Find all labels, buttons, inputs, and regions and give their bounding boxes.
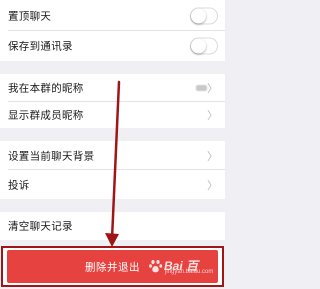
save-to-contacts-row[interactable]: 保存到通讯录: [0, 31, 225, 61]
toggle-knob: [191, 38, 206, 54]
watermark-url: jingyan.baidu.com: [165, 269, 214, 275]
sticky-on-top-toggle[interactable]: [190, 7, 218, 24]
chevron-right-icon: 〉: [207, 178, 218, 192]
sticky-on-top-label: 置顶聊天: [8, 10, 52, 22]
my-group-nickname-label: 我在本群的昵称: [8, 82, 84, 95]
my-group-nickname-row[interactable]: 我在本群的昵称 〉: [0, 74, 225, 102]
clear-history-row[interactable]: 清空聊天记录: [0, 212, 225, 240]
show-member-nicknames-label: 显示群成员昵称: [8, 109, 84, 122]
chat-background-row[interactable]: 设置当前聊天背景 〉: [0, 141, 225, 170]
baidu-watermark: Bai 百 jingyan.baidu.com: [148, 254, 222, 280]
chevron-right-icon: 〉: [207, 149, 218, 163]
chevron-right-icon: 〉: [207, 109, 218, 122]
save-to-contacts-toggle[interactable]: [190, 37, 218, 55]
show-member-nicknames-row[interactable]: 显示群成员昵称 〉: [0, 102, 225, 128]
nickname-value: [196, 85, 207, 91]
chat-background-label: 设置当前聊天背景: [8, 150, 95, 162]
report-label: 投诉: [8, 179, 30, 191]
report-row[interactable]: 投诉 〉: [0, 170, 225, 199]
save-to-contacts-label: 保存到通讯录: [8, 40, 73, 53]
paw-icon: [149, 260, 163, 273]
chevron-right-icon: 〉: [207, 82, 218, 95]
sticky-on-top-row[interactable]: 置顶聊天: [0, 0, 225, 31]
clear-history-label: 清空聊天记录: [8, 220, 73, 233]
toggle-knob: [191, 8, 206, 23]
